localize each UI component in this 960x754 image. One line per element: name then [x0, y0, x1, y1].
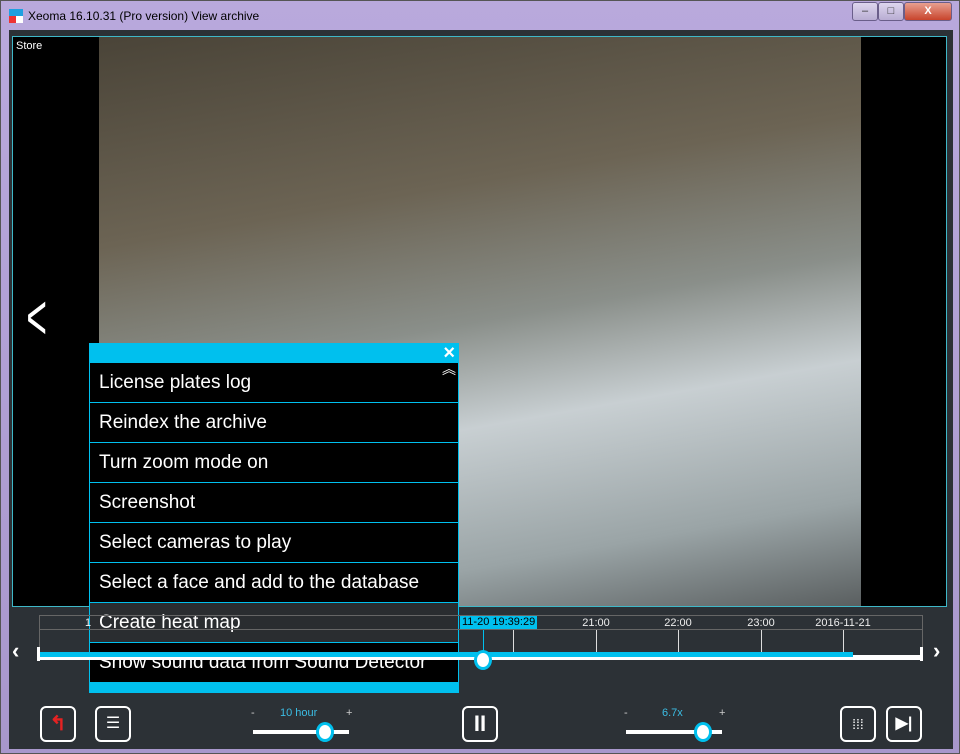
- pause-button[interactable]: II: [462, 706, 498, 742]
- collapse-icon[interactable]: ︽: [442, 362, 456, 376]
- list-icon[interactable]: ☰: [95, 706, 131, 742]
- speed-value: 6.7x: [662, 707, 683, 719]
- menu-item-screenshot[interactable]: Screenshot: [90, 483, 458, 523]
- menu-item-label: License plates log: [99, 372, 252, 393]
- timeline-handle[interactable]: [474, 650, 492, 670]
- menu-item-select-face[interactable]: Select a face and add to the database: [90, 563, 458, 603]
- speed-plus[interactable]: +: [719, 707, 725, 719]
- next-icon[interactable]: ▶|: [886, 706, 922, 742]
- scale-minus[interactable]: -: [251, 707, 255, 719]
- tick-label: 22:00: [664, 617, 692, 629]
- app-logo-icon: [9, 9, 23, 23]
- title-bar: Xeoma 16.10.31 (Pro version) View archiv…: [9, 7, 259, 25]
- close-button[interactable]: X: [904, 2, 952, 21]
- previous-camera-icon[interactable]: <: [26, 285, 47, 349]
- tick-label: 2016-11-21: [815, 617, 871, 629]
- timeline-forward-icon[interactable]: ›: [933, 638, 940, 664]
- timeline-end: [920, 647, 923, 661]
- scale-value: 10 hour: [280, 707, 318, 719]
- scale-plus[interactable]: +: [346, 707, 352, 719]
- camera-grid-icon[interactable]: ⁞⁞⁞: [840, 706, 876, 742]
- timeline-ruler[interactable]: 1 11-20 19:39:29 21:00 22:00 23:00 2016-…: [39, 615, 923, 656]
- menu-item-select-cameras[interactable]: Select cameras to play: [90, 523, 458, 563]
- archive-range: [39, 652, 853, 657]
- camera-name: Store: [16, 40, 43, 52]
- maximize-button[interactable]: □: [878, 2, 904, 21]
- tick-label: 21:00: [582, 617, 610, 629]
- back-arrow-icon[interactable]: ↰: [40, 706, 76, 742]
- minimize-button[interactable]: –: [852, 2, 878, 21]
- menu-item-reindex[interactable]: Reindex the archive: [90, 403, 458, 443]
- close-menu-icon[interactable]: ×: [443, 343, 455, 363]
- scale-slider[interactable]: [253, 730, 349, 734]
- tick-label: 1: [84, 617, 92, 629]
- window-title: Xeoma 16.10.31 (Pro version) View archiv…: [28, 9, 260, 23]
- scale-slider-handle[interactable]: [316, 722, 334, 742]
- current-time-label: 11-20 19:39:29: [460, 616, 538, 629]
- menu-item-zoom-mode[interactable]: Turn zoom mode on: [90, 443, 458, 483]
- timeline-back-icon[interactable]: ‹: [12, 638, 19, 664]
- speed-slider-handle[interactable]: [694, 722, 712, 742]
- speed-minus[interactable]: -: [624, 707, 628, 719]
- timeline-start: [37, 647, 40, 661]
- menu-item-license-plates-log[interactable]: License plates log ︽: [90, 362, 458, 403]
- tick-label: 23:00: [747, 617, 775, 629]
